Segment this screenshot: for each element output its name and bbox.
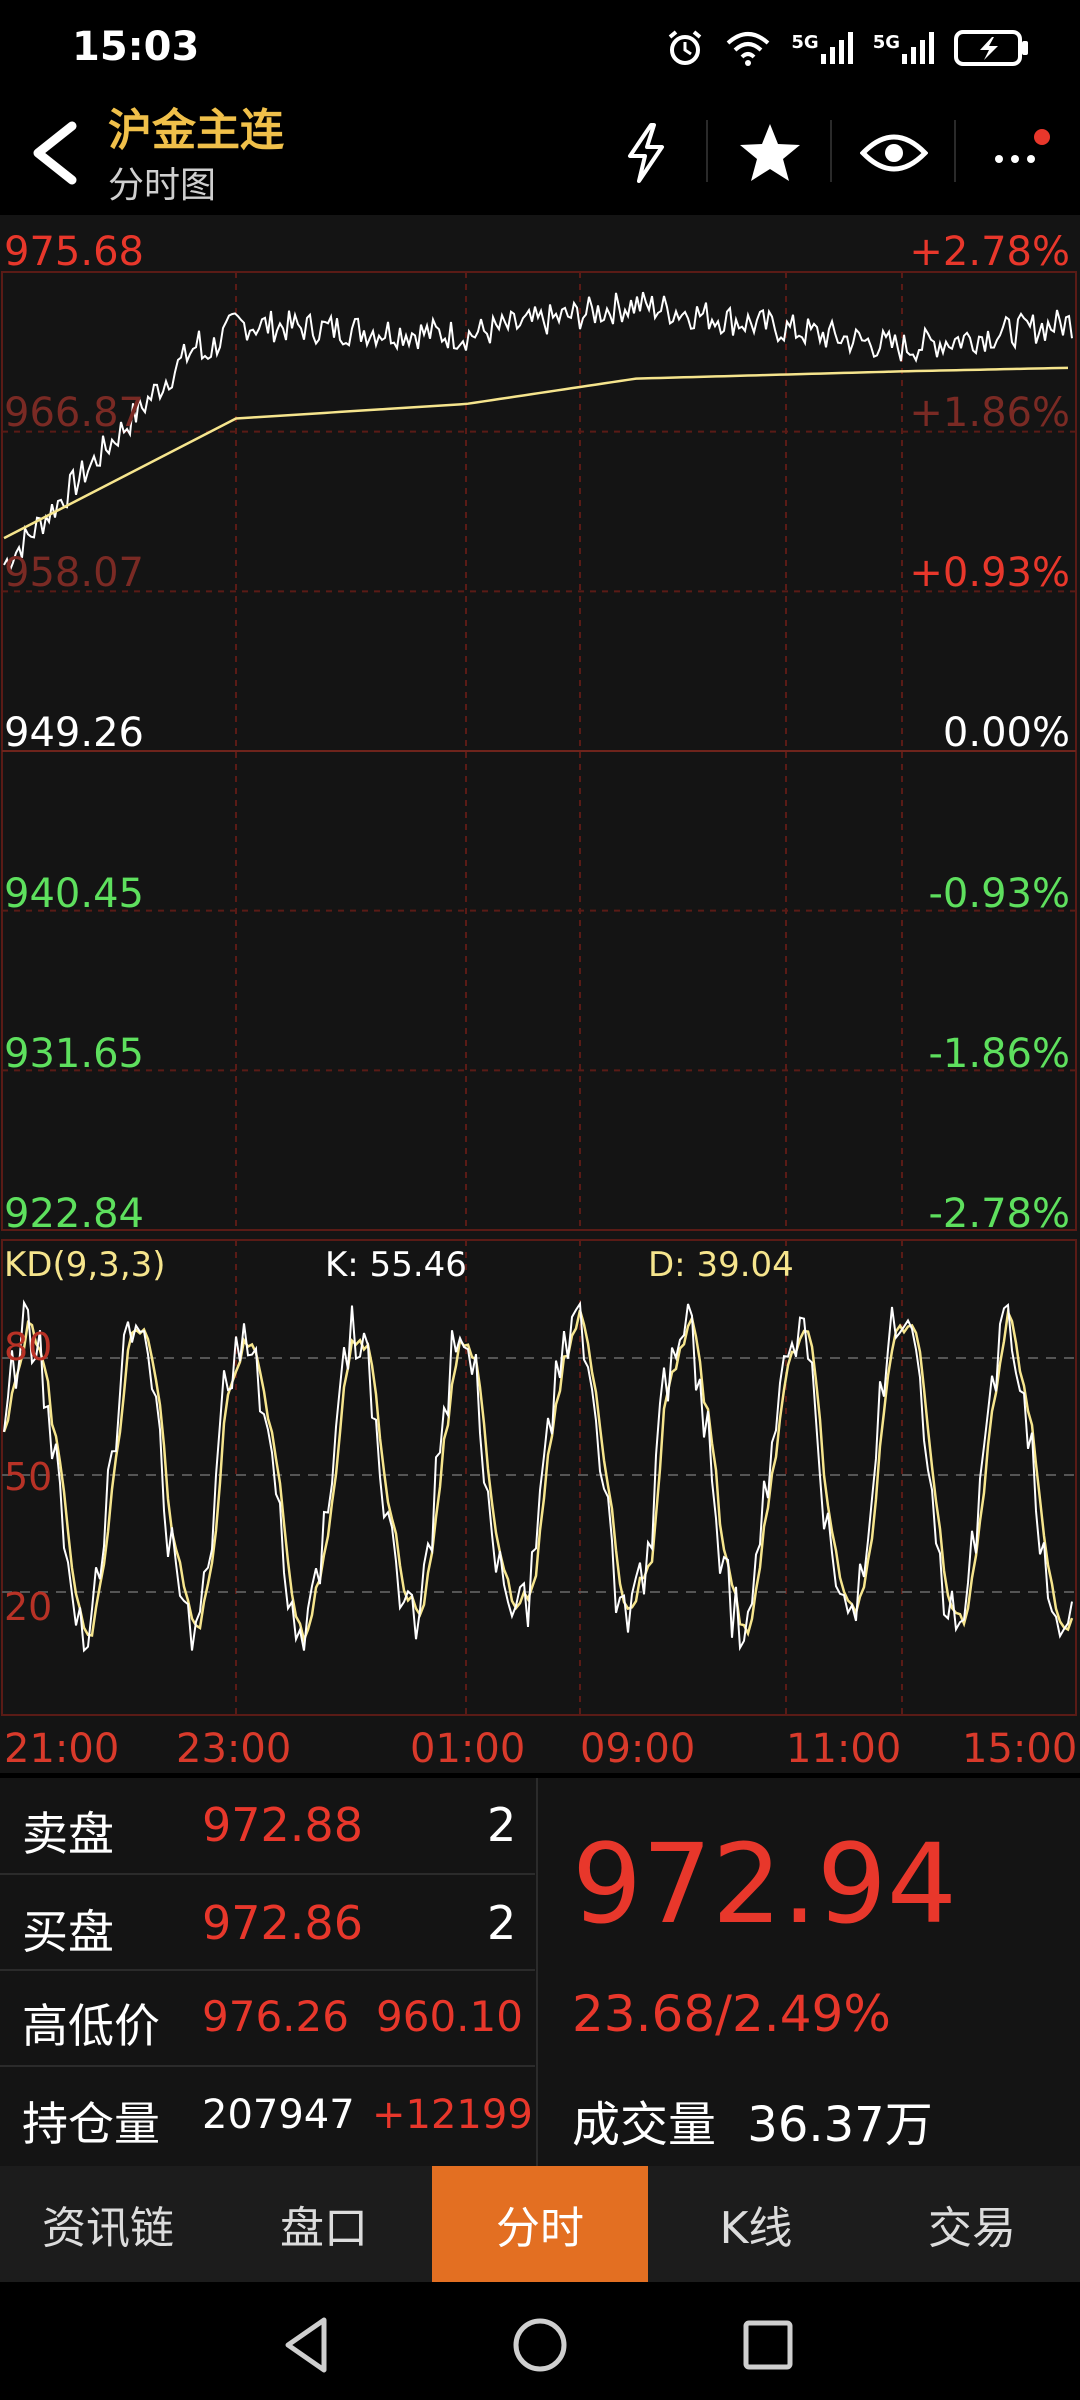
volume-value: 36.37万 [747,2097,933,2153]
header-divider [954,120,956,182]
kd-indicator [2,1299,1074,1653]
time-label: 01:00 [410,1726,526,1772]
time-label: 11:00 [786,1726,902,1772]
chart-canvas [1,271,1077,1716]
intraday-chart[interactable]: 975.68 966.87 958.07 949.26 940.45 931.6… [0,215,1080,1773]
tab-order-book[interactable]: 盘口 [216,2166,432,2282]
price-label: 975.68 [4,229,144,275]
tab-news-chain[interactable]: 资讯链 [0,2166,216,2282]
sell-price: 972.88 [202,1798,363,1852]
recents-square-icon [743,2320,793,2370]
price-label: 922.84 [4,1191,144,1237]
pct-label: +0.93% [909,550,1070,596]
price-label: 949.26 [4,710,144,756]
buy-qty: 2 [487,1896,517,1950]
low-price: 960.10 [376,1992,523,2041]
kd-title: KD(9,3,3) [4,1245,166,1285]
5g-signal-icon: 5G [873,32,934,64]
eye-icon [860,134,928,172]
open-interest-row: 持仓量 207947 +12199 [0,2066,535,2161]
kd-d-value: D: 39.04 [648,1245,794,1285]
star-icon [740,124,800,181]
back-button[interactable] [24,118,84,188]
kd-k-value: K: 55.46 [325,1245,467,1285]
alarm-icon [669,30,702,65]
high-low-row: 高低价 976.26 960.10 [0,1970,535,2067]
volume-label: 成交量 [572,2097,717,2153]
flash-icon [628,123,664,183]
price-label: 940.45 [4,871,144,917]
time-label: 09:00 [580,1726,696,1772]
page-subtitle: 分时图 [108,165,217,206]
high-low-label: 高低价 [22,1999,160,2053]
tab-trade[interactable]: 交易 [864,2166,1080,2282]
more-icon [995,129,1050,163]
sell-label: 卖盘 [22,1807,114,1861]
sell-row[interactable]: 卖盘 972.88 2 [0,1778,535,1875]
price-change: 23.68/2.49% [572,1985,891,2043]
more-button[interactable] [984,118,1056,188]
page-title: 沪金主连 [108,105,284,156]
open-interest-change: +12199 [372,2092,533,2138]
kd-level-label: 50 [4,1455,53,1499]
average-price-line [3,366,1069,540]
high-price: 976.26 [202,1992,349,2041]
home-circle-icon [513,2318,567,2372]
nav-back-button[interactable] [274,2310,344,2380]
buy-price: 972.86 [202,1896,363,1950]
5g-signal-icon: 5G [791,32,853,64]
nav-recents-button[interactable] [733,2310,803,2380]
status-bar: 15:03 5G 5G [0,0,1080,100]
back-arrow-icon [33,121,77,185]
wifi-icon [727,32,770,66]
buy-row[interactable]: 买盘 972.86 2 [0,1874,535,1971]
open-interest-label: 持仓量 [22,2097,160,2151]
pct-label: -1.86% [928,1031,1070,1077]
time-label: 21:00 [4,1726,120,1772]
sell-qty: 2 [487,1798,517,1852]
price-label: 931.65 [4,1031,144,1077]
kd-level-label: 20 [4,1585,53,1629]
flash-button[interactable] [610,118,682,188]
tab-kline[interactable]: K线 [648,2166,864,2282]
header-divider [830,120,832,182]
buy-label: 买盘 [22,1905,114,1959]
price-label: 966.87 [4,390,144,436]
status-icons: 5G 5G [665,28,1030,68]
status-time: 15:03 [72,24,200,70]
open-interest-value: 207947 [202,2092,355,2138]
kd-k-line [3,1299,1073,1653]
pct-label: -2.78% [928,1191,1070,1237]
time-label: 23:00 [176,1726,292,1772]
pct-label: 0.00% [942,710,1070,756]
tab-intraday[interactable]: 分时 [432,2166,648,2282]
last-price: 972.94 [572,1820,957,1948]
pct-label: +1.86% [909,390,1070,436]
header-divider [706,120,708,182]
favorite-button[interactable] [734,118,806,188]
pct-label: +2.78% [909,229,1070,275]
back-triangle-icon [285,2317,327,2373]
time-label: 15:00 [962,1726,1078,1772]
watch-button[interactable] [858,118,930,188]
quote-divider [536,1778,538,2166]
signal-label: 5G [872,32,900,53]
signal-label: 5G [791,32,819,53]
volume: 成交量 36.37万 [572,2085,933,2155]
price-label: 958.07 [4,550,144,596]
nav-home-button[interactable] [505,2310,575,2380]
battery-charging-icon [954,30,1028,66]
kd-level-label: 80 [4,1325,53,1369]
pct-label: -0.93% [928,871,1070,917]
